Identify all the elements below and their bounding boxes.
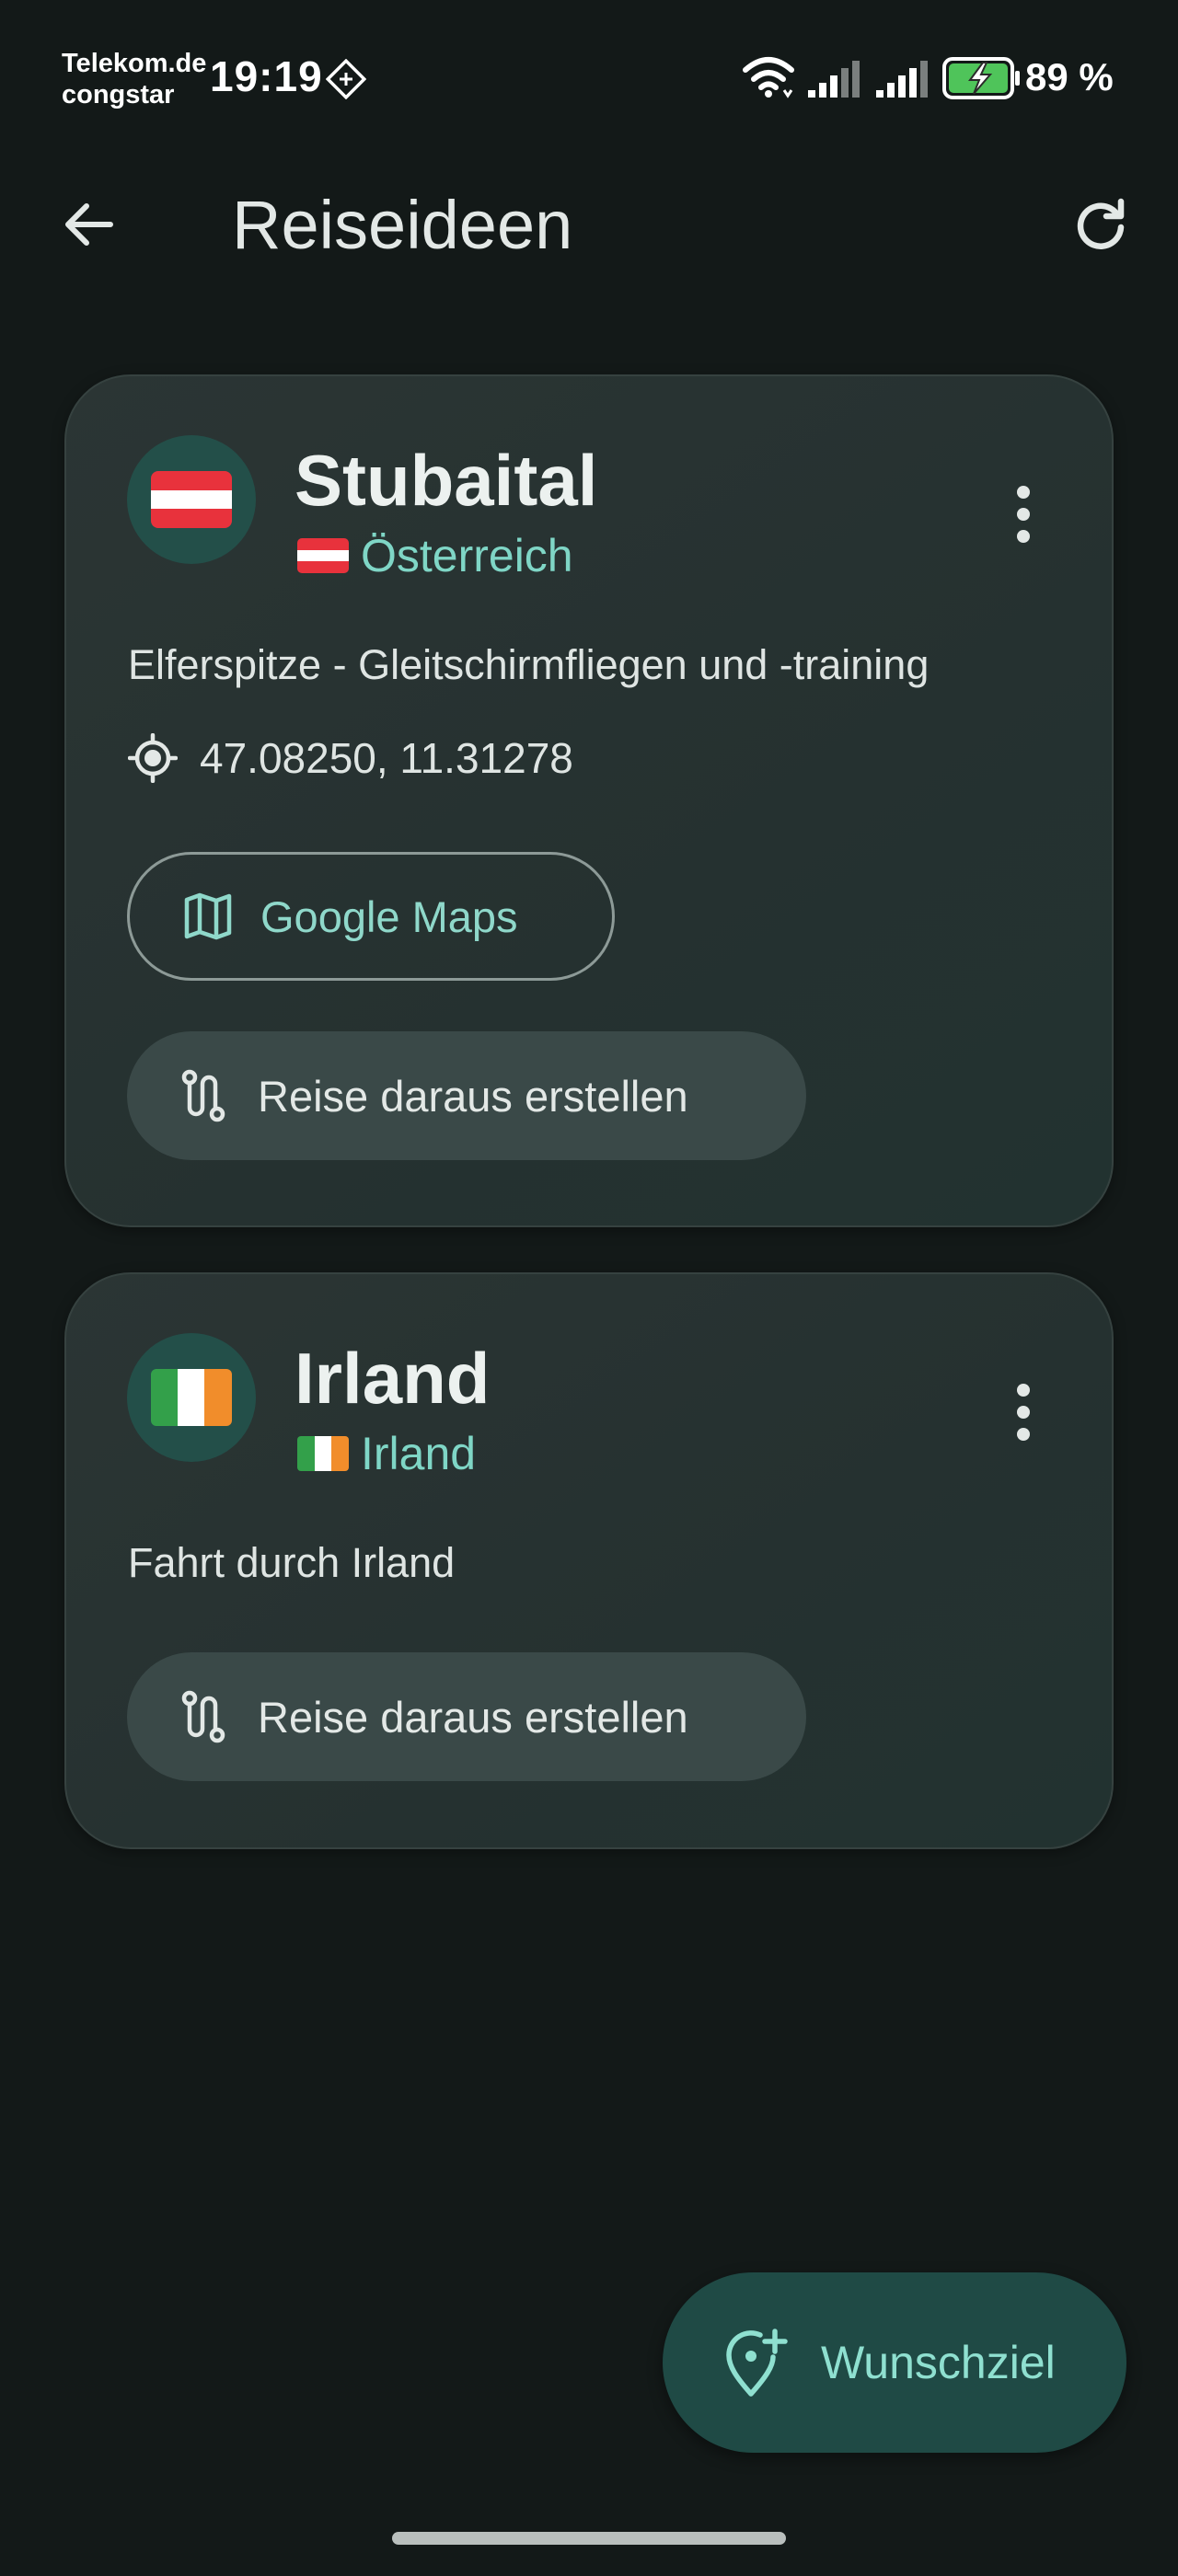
carrier-line-2: congstar [62,80,175,109]
refresh-button[interactable] [1064,188,1138,261]
carrier-line-1: Telekom.de [62,49,207,78]
more-vert-icon [1017,1384,1030,1441]
status-time: 19:19 [210,52,323,100]
add-destination-fab[interactable]: Wunschziel [663,2272,1126,2453]
back-button[interactable] [52,188,125,261]
create-trip-label: Reise daraus erstellen [258,1071,688,1121]
google-maps-label: Google Maps [260,891,518,941]
signal-icon [808,61,860,98]
more-options-button[interactable] [996,468,1051,560]
app-bar: Reiseideen [0,166,1178,276]
idea-country: Österreich [296,529,573,582]
refresh-icon [1077,198,1125,249]
arrow-left-icon [65,203,113,246]
location-target-icon [128,733,178,783]
country-avatar [127,1333,256,1462]
ireland-flag-icon [297,1436,349,1471]
route-icon [181,1069,225,1122]
home-indicator[interactable] [392,2532,786,2545]
create-trip-button[interactable]: Reise daraus erstellen [127,1031,806,1160]
add-location-icon [726,2329,788,2397]
more-vert-icon [1017,486,1030,543]
idea-country: Irland [296,1427,476,1480]
idea-title: Stubaital [294,440,598,521]
fab-label: Wunschziel [821,2337,1056,2388]
battery-charging-icon [942,57,1020,99]
idea-title: Irland [294,1338,491,1419]
nfc-icon [326,59,366,99]
idea-description: Elferspitze - Gleitschirmfliegen und -tr… [128,641,930,688]
signal-icon [876,61,928,98]
coordinates-text: 47.08250, 11.31278 [200,734,573,782]
status-bar: Telekom.de congstar 19:19 89 % [0,0,1178,147]
page-title: Reiseideen [232,187,573,263]
idea-card[interactable]: Stubaital Österreich Elferspitze - Gleit… [64,374,1114,1227]
screen: Telekom.de congstar 19:19 89 % Reiseidee… [0,0,1178,2576]
battery-level: 89 % [1025,55,1114,98]
coordinates-row: 47.08250, 11.31278 [128,733,573,783]
ireland-flag-icon [151,1369,232,1426]
austria-flag-icon [151,471,232,528]
google-maps-button[interactable]: Google Maps [127,852,615,981]
map-icon [184,892,232,940]
country-avatar [127,435,256,564]
idea-card[interactable]: Irland Irland Fahrt durch Irland Reise d… [64,1272,1114,1849]
create-trip-label: Reise daraus erstellen [258,1692,688,1742]
idea-description: Fahrt durch Irland [128,1539,456,1586]
country-label: Österreich [361,530,573,581]
create-trip-button[interactable]: Reise daraus erstellen [127,1652,806,1781]
wifi-icon [743,57,794,98]
austria-flag-icon [297,538,349,573]
country-label: Irland [361,1428,477,1479]
more-options-button[interactable] [996,1366,1051,1458]
carrier-label: Telekom.de congstar [62,48,218,110]
route-icon [181,1690,225,1743]
